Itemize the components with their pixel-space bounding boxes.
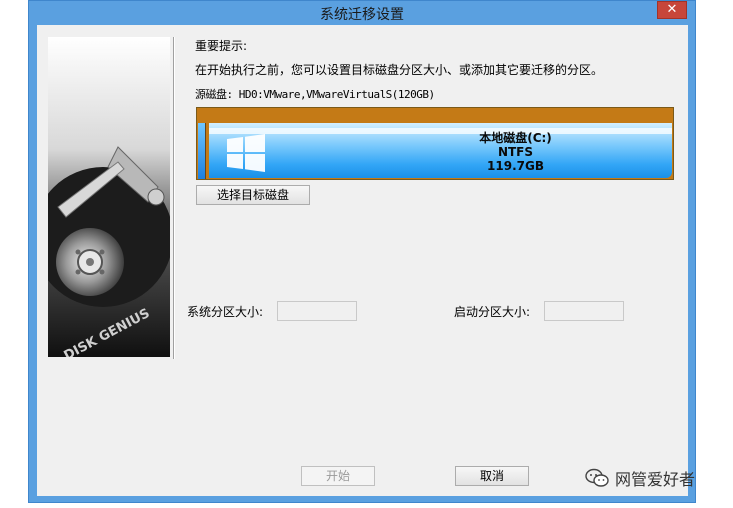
close-button[interactable]: ✕ <box>657 1 687 19</box>
window-title: 系统迁移设置 <box>320 7 404 23</box>
partition-name: 本地磁盘(C:) <box>479 131 552 145</box>
notice-title: 重要提示: <box>195 39 248 53</box>
start-button[interactable]: 开始 <box>301 466 375 486</box>
partition-info: 本地磁盘(C:) NTFS 119.7GB <box>359 131 672 173</box>
notice-text: 在开始执行之前，您可以设置目标磁盘分区大小、或添加其它要迁移的分区。 <box>195 63 604 77</box>
boot-partition-size-label: 启动分区大小: <box>454 305 531 319</box>
source-disk-label: 源磁盘: HD0:VMware,VMwareVirtualS(120GB) <box>195 88 435 101</box>
source-disk-map[interactable]: 本地磁盘(C:) NTFS 119.7GB <box>196 107 674 180</box>
system-partition-size-label: 系统分区大小: <box>187 305 264 319</box>
partition-size: 119.7GB <box>487 159 544 173</box>
select-target-disk-button[interactable]: 选择目标磁盘 <box>196 185 310 205</box>
close-icon: ✕ <box>666 2 678 17</box>
partition-c-block[interactable]: 本地磁盘(C:) NTFS 119.7GB <box>209 123 672 178</box>
boot-partition-size-field[interactable] <box>544 301 624 321</box>
migration-dialog: 系统迁移设置 ✕ DISK GENIUS 重要提示: 在开始执行之前，您可以设置… <box>28 0 696 503</box>
watermark-text: 网管爱好者 <box>615 470 696 489</box>
disk-genius-banner: DISK GENIUS <box>48 37 170 357</box>
system-partition-size-field[interactable] <box>277 301 357 321</box>
watermark: 网管爱好者 <box>585 466 695 490</box>
sidebar-divider <box>173 37 175 359</box>
dialog-body: DISK GENIUS 重要提示: 在开始执行之前，您可以设置目标磁盘分区大小、… <box>37 25 688 496</box>
partition-filesystem: NTFS <box>497 145 534 159</box>
wechat-icon <box>585 468 609 487</box>
windows-logo-icon <box>227 134 265 172</box>
cancel-button[interactable]: 取消 <box>455 466 529 486</box>
reserved-partition-block[interactable] <box>198 123 206 179</box>
title-bar[interactable]: 系统迁移设置 ✕ <box>29 1 695 25</box>
hard-disk-illustration: DISK GENIUS <box>48 37 170 357</box>
